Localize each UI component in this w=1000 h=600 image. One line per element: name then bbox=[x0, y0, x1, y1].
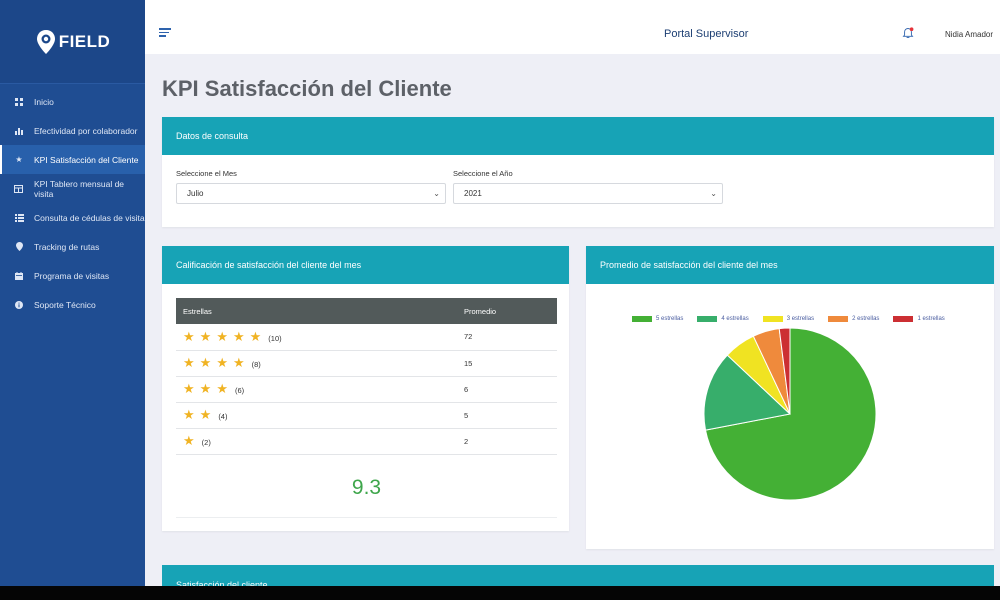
rating-card-header: Calificación de satisfacción del cliente… bbox=[162, 246, 569, 284]
star-count: (6) bbox=[234, 386, 245, 395]
star-icon: ★ bbox=[216, 355, 228, 370]
year-select-value: 2021 bbox=[464, 189, 482, 198]
table-icon bbox=[14, 184, 24, 194]
col-header-avg: Promedio bbox=[457, 298, 557, 324]
star-icon: ★ bbox=[199, 381, 212, 396]
star-count: (4) bbox=[218, 412, 228, 421]
satisfaction-card-header: Satisfacción del cliente bbox=[162, 565, 994, 586]
average-cell: 15 bbox=[457, 350, 557, 377]
rating-card: Calificación de satisfacción del cliente… bbox=[162, 246, 569, 531]
logo-text: FIELD bbox=[58, 31, 111, 51]
notification-bell-icon[interactable] bbox=[902, 27, 914, 39]
info-icon bbox=[14, 300, 24, 310]
average-cell: 6 bbox=[457, 376, 557, 403]
menu-toggle-icon[interactable] bbox=[159, 28, 171, 39]
query-card-header: Datos de consulta bbox=[162, 117, 994, 155]
notification-dot bbox=[909, 27, 914, 31]
table-header-row: Estrellas Promedio bbox=[176, 298, 557, 324]
star-count: (8) bbox=[251, 360, 261, 369]
table-row: ★ ★ ★ ★ (8) 15 bbox=[176, 350, 557, 377]
sidebar-nav: Inicio Efectividad por colaborador ★ KPI… bbox=[0, 84, 145, 319]
month-select[interactable]: Julio ⌄ bbox=[176, 183, 446, 204]
star-icon: ★ bbox=[183, 328, 195, 344]
logo-pin-icon bbox=[36, 29, 55, 54]
average-value: 9.3 bbox=[351, 476, 382, 499]
sidebar-item-label: Inicio bbox=[34, 96, 54, 107]
query-form: Seleccione el Mes Julio ⌄ Seleccione el … bbox=[162, 155, 994, 204]
app-window: FIELD Inicio Efectividad por colaborador… bbox=[0, 0, 1000, 586]
stars-cell: ★ ★ ★ ★ (8) bbox=[176, 350, 457, 377]
brand-logo[interactable]: FIELD bbox=[35, 29, 111, 55]
star-icon: ★ bbox=[199, 328, 212, 344]
star-icon: ★ bbox=[15, 155, 23, 164]
star-icon: ★ bbox=[232, 355, 245, 370]
average-cell: 2 bbox=[457, 428, 557, 455]
sidebar-item-inicio[interactable]: Inicio bbox=[0, 87, 145, 116]
pie-chart bbox=[703, 327, 877, 501]
sidebar-item-soporte[interactable]: Soporte Técnico bbox=[0, 290, 145, 319]
year-label: Seleccione el Año bbox=[453, 169, 513, 178]
chart-card: Promedio de satisfacción del cliente del… bbox=[586, 246, 994, 549]
sidebar-item-label: Efectividad por colaborador bbox=[34, 125, 138, 136]
table-row: ★ ★ ★ ★ ★ (10) 72 bbox=[176, 324, 557, 351]
star-icon: ★ bbox=[216, 328, 228, 344]
sidebar-item-kpi-satisfaccion[interactable]: ★ KPI Satisfacción del Cliente bbox=[0, 145, 145, 174]
sidebar-item-label: Programa de visitas bbox=[34, 270, 110, 281]
table-row: ★ ★ ★ (6) 6 bbox=[176, 376, 557, 403]
sidebar-item-label: KPI Satisfacción del Cliente bbox=[34, 154, 139, 165]
table-row: ★ (2) 2 bbox=[176, 428, 557, 455]
rating-table: Estrellas Promedio ★ ★ ★ ★ ★ (10) 72 ★ ★ ★ ★ (8) 15 ★… bbox=[176, 298, 557, 455]
star-icon: ★ bbox=[183, 433, 195, 448]
sidebar-item-label: Tracking de rutas bbox=[34, 241, 100, 252]
top-bar: Portal Supervisor Nidia Amador bbox=[145, 0, 1000, 54]
sidebar-item-programa[interactable]: Programa de visitas bbox=[0, 261, 145, 290]
star-icon: ★ bbox=[183, 407, 195, 422]
calendar-icon bbox=[14, 271, 24, 281]
sidebar-item-label: Soporte Técnico bbox=[34, 299, 96, 310]
user-name[interactable]: Nidia Amador bbox=[945, 30, 993, 39]
average-box: 9.3 bbox=[176, 459, 557, 518]
star-icon: ★ bbox=[249, 328, 262, 344]
month-select-value: Julio bbox=[187, 189, 204, 198]
sidebar-item-label: KPI Tablero mensual de visita bbox=[33, 178, 125, 199]
sidebar-item-consulta-cedulas[interactable]: Consulta de cédulas de visita bbox=[0, 203, 145, 232]
page-title: KPI Satisfacción del Cliente bbox=[162, 76, 452, 101]
chevron-down-icon: ⌄ bbox=[710, 189, 717, 198]
stars-cell: ★ ★ (4) bbox=[176, 402, 457, 429]
month-field-group: Seleccione el Mes Julio ⌄ bbox=[176, 169, 446, 204]
logo-area: FIELD bbox=[0, 0, 145, 84]
map-pin-icon bbox=[14, 242, 24, 252]
stars-cell: ★ (2) bbox=[176, 428, 457, 455]
chevron-down-icon: ⌄ bbox=[433, 189, 440, 198]
star-icon: ★ bbox=[183, 355, 195, 370]
star-count: (10) bbox=[268, 333, 282, 343]
sidebar-item-label: Consulta de cédulas de visita bbox=[34, 212, 145, 223]
star-icon: ★ bbox=[216, 381, 228, 396]
star-icon: ★ bbox=[199, 355, 212, 370]
month-label: Seleccione el Mes bbox=[176, 169, 237, 178]
sidebar-item-kpi-tablero[interactable]: KPI Tablero mensual de visita bbox=[0, 174, 145, 203]
star-icon: ★ bbox=[232, 328, 245, 344]
average-cell: 72 bbox=[457, 324, 557, 351]
year-field-group: Seleccione el Año 2021 ⌄ bbox=[453, 169, 723, 204]
star-count: (2) bbox=[201, 438, 211, 447]
year-select[interactable]: 2021 ⌄ bbox=[453, 183, 723, 204]
dashboard-icon bbox=[14, 97, 24, 107]
star-icon: ★ bbox=[183, 381, 195, 396]
stars-cell: ★ ★ ★ (6) bbox=[176, 376, 457, 403]
sidebar-item-efectividad[interactable]: Efectividad por colaborador bbox=[0, 116, 145, 145]
list-icon bbox=[14, 213, 24, 223]
stars-cell: ★ ★ ★ ★ ★ (10) bbox=[176, 324, 457, 351]
table-row: ★ ★ (4) 5 bbox=[176, 402, 557, 429]
col-header-stars: Estrellas bbox=[176, 298, 457, 324]
query-card: Datos de consulta Seleccione el Mes Juli… bbox=[162, 117, 994, 227]
rating-table-body: ★ ★ ★ ★ ★ (10) 72 ★ ★ ★ ★ (8) 15 ★ ★ ★ (6) 6 ★ ★ (4) 5 ★ (2) 2 bbox=[176, 324, 557, 455]
portal-title: Portal Supervisor bbox=[664, 28, 749, 40]
sidebar: FIELD Inicio Efectividad por colaborador… bbox=[0, 0, 145, 586]
star-icon: ★ bbox=[199, 407, 212, 422]
screen-bottom-edge bbox=[0, 586, 1000, 600]
average-cell: 5 bbox=[457, 402, 557, 429]
sidebar-item-tracking[interactable]: Tracking de rutas bbox=[0, 232, 145, 261]
bar-chart-icon bbox=[14, 126, 24, 136]
